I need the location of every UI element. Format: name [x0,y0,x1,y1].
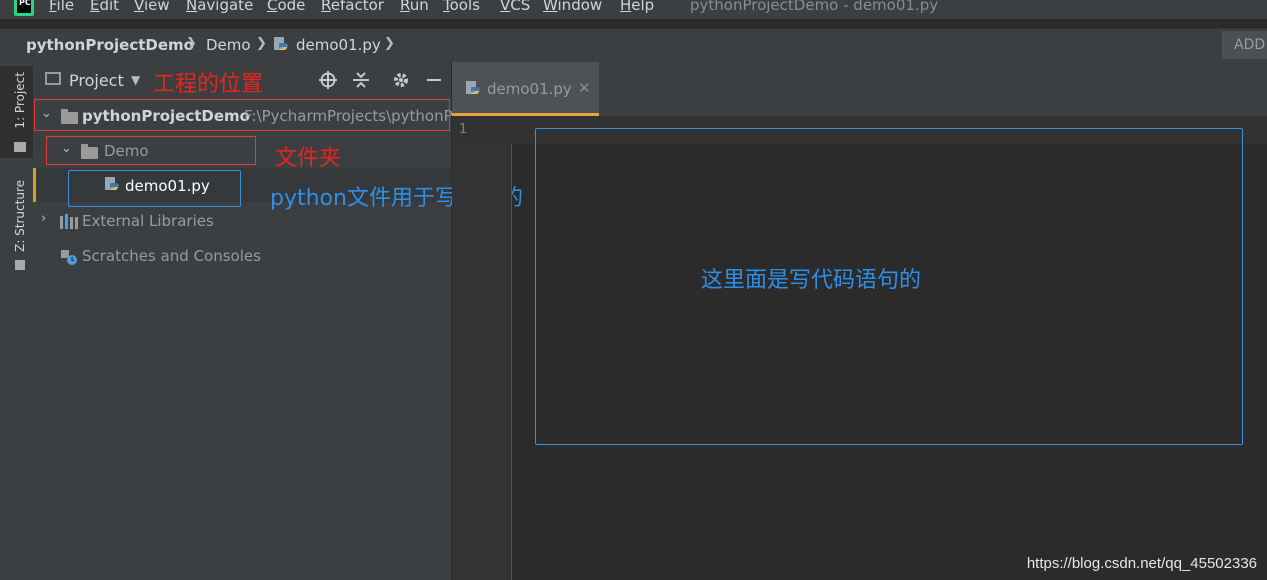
menu-view[interactable]: View [134,0,170,14]
annotation-project-location: 工程的位置 [153,72,264,97]
tab-label: demo01.py [487,80,572,98]
python-file-icon [466,81,480,94]
structure-icon [15,260,25,270]
watermark: https://blog.csdn.net/qq_45502336 [1026,555,1257,572]
minimize-icon[interactable] [427,79,441,81]
add-configuration-button[interactable]: ADD [1222,31,1267,59]
chevron-right-icon: ❯ [186,36,197,51]
left-tool-strip: 1: Project Z: Structure [0,62,34,580]
project-view-icon [45,72,61,85]
menu-bar: PC File Edit View Navigate Code Refactor… [0,0,1267,19]
tab-demo01[interactable]: demo01.py ✕ [452,62,599,116]
menu-file[interactable]: File [49,0,74,14]
external-libraries-label: External Libraries [82,212,214,230]
menu-code[interactable]: Code [267,0,305,14]
chevron-right-icon[interactable]: › [41,211,46,226]
tree-item-scratches[interactable]: Scratches and Consoles [33,240,451,274]
line-number: 1 [459,122,468,137]
menu-tools[interactable]: Tools [443,0,480,14]
breadcrumb-folder[interactable]: Demo [206,36,251,54]
locate-target-icon[interactable] [319,71,337,89]
folder-highlight [46,136,256,165]
chevron-right-icon: ❯ [384,36,395,51]
python-file-icon [274,37,288,50]
close-icon[interactable]: ✕ [578,79,591,97]
project-location-highlight [34,99,450,131]
menu-refactor[interactable]: Refactor [321,0,384,14]
annotation-folder: 文件夹 [275,146,342,171]
pycharm-logo-icon: PC [14,0,34,16]
scratches-label: Scratches and Consoles [82,247,261,265]
logo-label: PC [19,0,31,7]
project-tool-tab-label: 1: Project [13,72,27,129]
annotation-editor-area: 这里面是写代码语句的 [701,268,922,293]
breadcrumb: pythonProjectDemo ❯ Demo ❯ demo01.py ❯ A… [0,28,1267,63]
folder-icon [14,142,26,152]
menu-help[interactable]: Help [620,0,654,14]
scratches-icon [61,250,77,265]
menu-vcs[interactable]: VCS [500,0,530,14]
structure-tool-tab[interactable]: Z: Structure [13,180,27,252]
menu-run[interactable]: Run [400,0,429,14]
window-title: pythonProjectDemo - demo01.py [690,0,939,14]
breadcrumb-project[interactable]: pythonProjectDemo [26,36,194,54]
chevron-right-icon: ❯ [256,36,267,51]
project-view-label[interactable]: Project [69,71,124,90]
breadcrumb-file[interactable]: demo01.py [296,36,381,54]
menu-edit[interactable]: Edit [90,0,119,14]
python-file-highlight [68,170,241,207]
menu-window[interactable]: Window [543,0,602,14]
editor-gutter [452,116,512,580]
editor-tab-bar: demo01.py ✕ [452,62,1267,117]
dropdown-arrow-icon[interactable]: ▼ [131,73,140,87]
menu-navigate[interactable]: Navigate [186,0,253,14]
collapse-all-icon[interactable] [352,71,370,89]
gear-icon[interactable] [392,71,410,89]
library-icon [60,214,78,229]
